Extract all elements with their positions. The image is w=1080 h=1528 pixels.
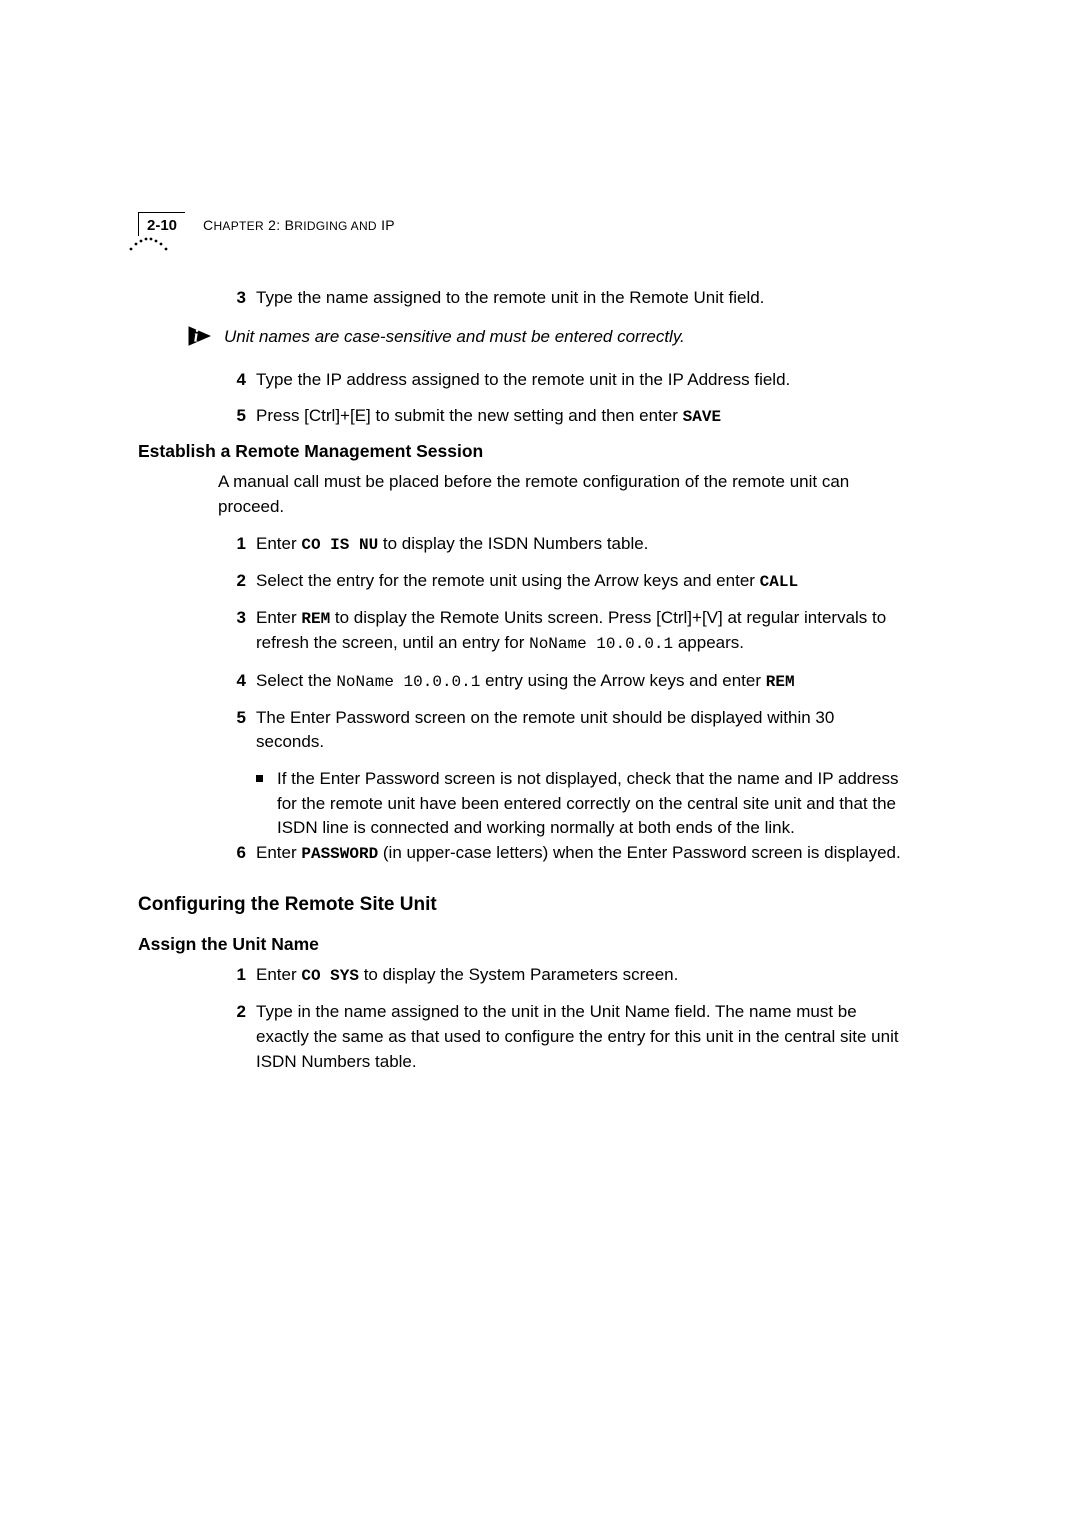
step-text: Select the NoName 10.0.0.1 entry using t… — [256, 669, 902, 694]
step-number: 6 — [218, 841, 246, 866]
step-text: Type in the name assigned to the unit in… — [256, 1000, 902, 1074]
step-text: Enter CO SYS to display the System Param… — [256, 963, 902, 988]
page-header: 2-10 CHAPTER 2: BRIDGING AND IP — [138, 212, 902, 236]
numbered-step: 1 Enter CO SYS to display the System Para… — [218, 963, 902, 988]
section-heading: Establish a Remote Management Session — [138, 441, 902, 462]
step-number: 1 — [218, 532, 246, 557]
note-text: Unit names are case-sensitive and must b… — [224, 323, 902, 350]
step-text: Enter CO IS NU to display the ISDN Numbe… — [256, 532, 902, 557]
chapter-title: CHAPTER 2: BRIDGING AND IP — [203, 212, 395, 233]
step-text: Type the name assigned to the remote uni… — [256, 286, 902, 311]
sub-bullet: If the Enter Password screen is not disp… — [256, 767, 902, 841]
step-text: The Enter Password screen on the remote … — [256, 706, 902, 755]
numbered-step: 2 Select the entry for the remote unit us… — [218, 569, 902, 594]
step-number: 2 — [218, 569, 246, 594]
step-number: 1 — [218, 963, 246, 988]
decorative-dots-icon — [127, 233, 173, 253]
step-number: 2 — [218, 1000, 246, 1074]
major-heading: Configuring the Remote Site Unit — [138, 894, 902, 916]
step-number: 4 — [218, 368, 246, 393]
numbered-step: 1 Enter CO IS NU to display the ISDN Numb… — [218, 532, 902, 557]
step-number: 3 — [218, 286, 246, 311]
bullet-text: If the Enter Password screen is not disp… — [277, 767, 902, 841]
svg-text:i: i — [194, 326, 199, 345]
numbered-step: 3Enter REM to display the Remote Units s… — [218, 606, 902, 656]
step-number: 4 — [218, 669, 246, 694]
section-heading: Assign the Unit Name — [138, 934, 902, 955]
step-number: 5 — [218, 404, 246, 429]
page-content: 3 Type the name assigned to the remote un… — [218, 286, 902, 1074]
numbered-step: 6 Enter PASSWORD (in upper-case letters) … — [218, 841, 902, 866]
step-text: Press [Ctrl]+[E] to submit the new setti… — [256, 404, 902, 429]
numbered-step: 5The Enter Password screen on the remote… — [218, 706, 902, 755]
numbered-step: 4 Type the IP address assigned to the rem… — [218, 368, 902, 393]
paragraph: A manual call must be placed before the … — [218, 470, 902, 519]
step-number: 5 — [218, 706, 246, 755]
step-text: Enter PASSWORD (in upper-case letters) w… — [256, 841, 902, 866]
info-note: iUnit names are case-sensitive and must … — [218, 323, 902, 354]
numbered-step: 3 Type the name assigned to the remote un… — [218, 286, 902, 311]
bullet-square-icon — [256, 775, 263, 782]
step-text: Select the entry for the remote unit usi… — [256, 569, 902, 594]
numbered-step: 4 Select the NoName 10.0.0.1 entry using … — [218, 669, 902, 694]
step-text: Enter REM to display the Remote Units sc… — [256, 606, 902, 656]
step-text: Type the IP address assigned to the remo… — [256, 368, 902, 393]
info-icon: i — [184, 323, 214, 354]
numbered-step: 5 Press [Ctrl]+[E] to submit the new sett… — [218, 404, 902, 429]
step-number: 3 — [218, 606, 246, 656]
numbered-step: 2Type in the name assigned to the unit i… — [218, 1000, 902, 1074]
